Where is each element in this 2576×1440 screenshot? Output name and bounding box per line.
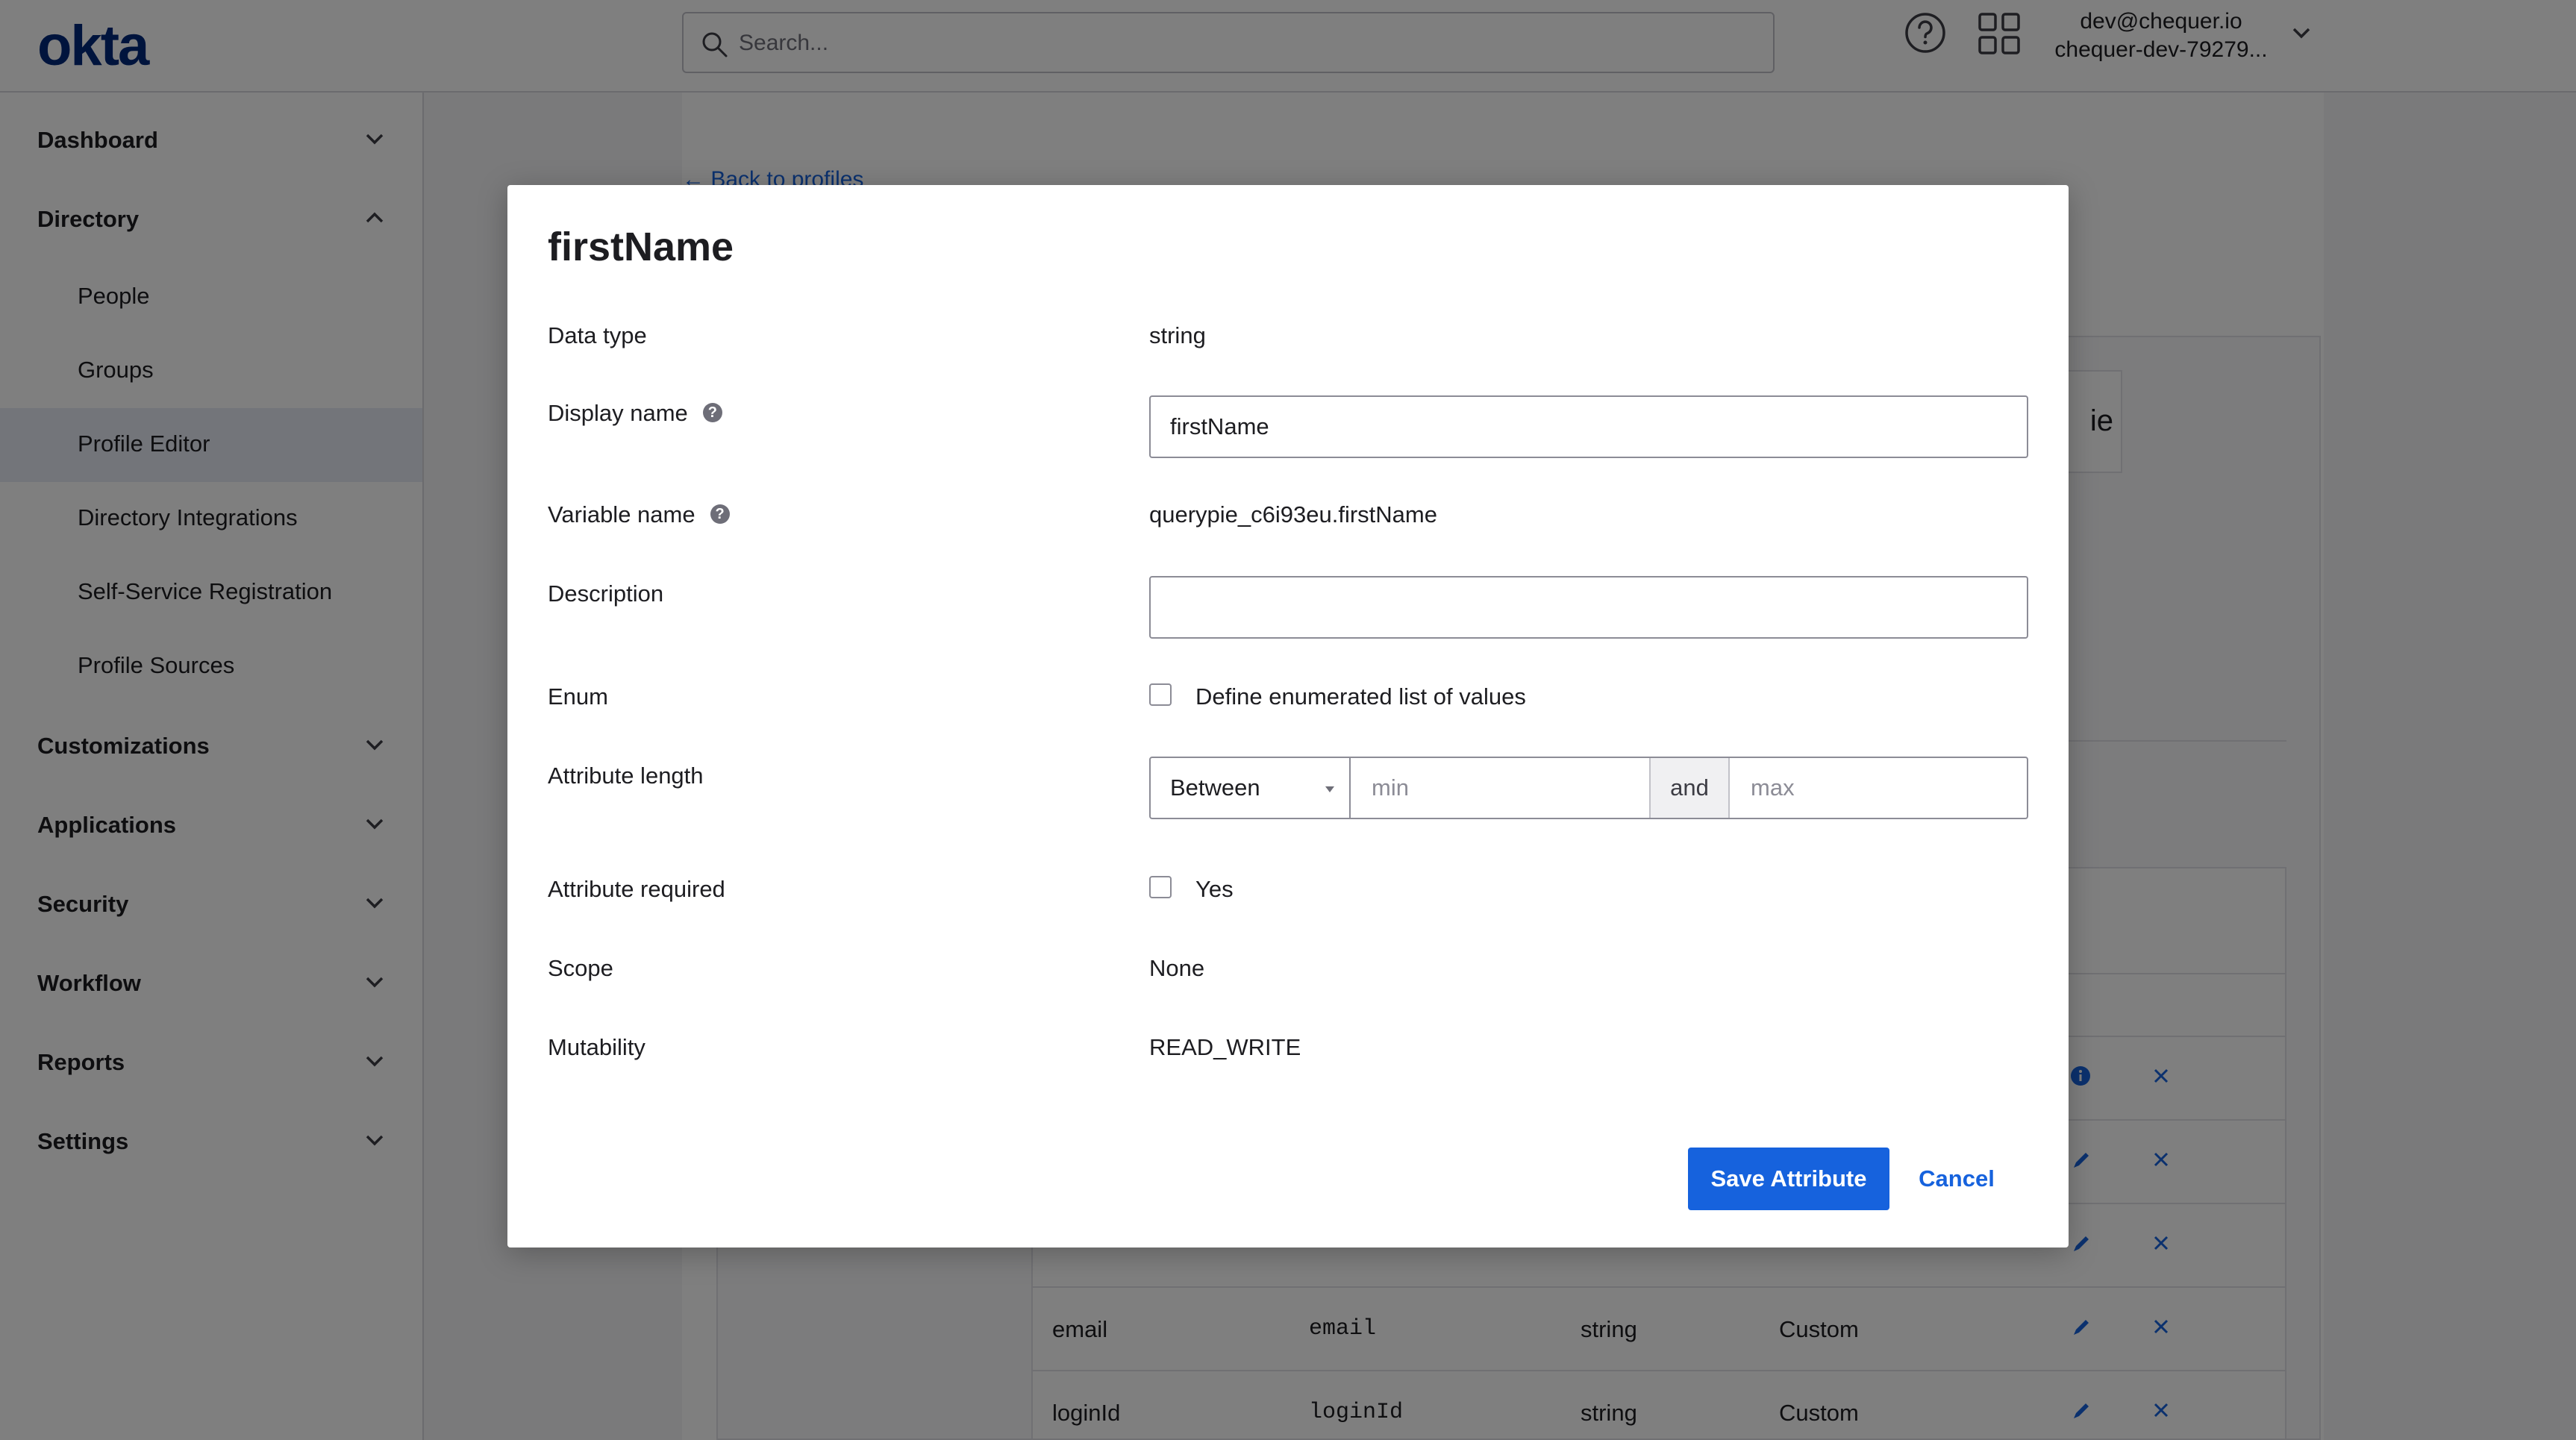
display-name-label-row: Display name? [548, 400, 722, 427]
length-min-input[interactable] [1351, 758, 1649, 818]
attribute-length-group: Between and [1149, 757, 2028, 819]
edit-attribute-modal: firstName Data type string Display name?… [507, 185, 2069, 1248]
enum-label: Enum [548, 683, 608, 710]
caret-down-icon [1325, 786, 1334, 792]
length-operator-select[interactable]: Between [1151, 758, 1351, 818]
display-name-label: Display name [548, 400, 688, 426]
variable-name-value: querypie_c6i93eu.firstName [1149, 501, 1437, 528]
modal-title: firstName [548, 225, 734, 269]
display-name-input[interactable] [1149, 395, 2028, 458]
scope-label: Scope [548, 955, 613, 981]
data-type-label: Data type [548, 322, 647, 348]
enum-checkbox-label[interactable]: Define enumerated list of values [1195, 683, 1526, 710]
save-attribute-button[interactable]: Save Attribute [1688, 1148, 1889, 1210]
length-operator-value: Between [1170, 774, 1260, 801]
length-and-label: and [1649, 758, 1730, 818]
variable-name-label: Variable name [548, 501, 695, 528]
required-checkbox-label[interactable]: Yes [1195, 876, 1234, 903]
cancel-button[interactable]: Cancel [1912, 1148, 2001, 1210]
required-checkbox[interactable] [1149, 876, 1172, 898]
variable-name-label-row: Variable name? [548, 501, 730, 528]
mutability-value: READ_WRITE [1149, 1034, 1301, 1060]
description-label: Description [548, 580, 664, 607]
mutability-label: Mutability [548, 1034, 645, 1060]
data-type-value: string [1149, 322, 1206, 348]
help-icon[interactable]: ? [710, 504, 730, 524]
description-input[interactable] [1149, 576, 2028, 639]
length-max-input[interactable] [1730, 758, 2027, 818]
help-icon[interactable]: ? [702, 402, 722, 422]
attribute-length-label: Attribute length [548, 763, 704, 789]
attribute-required-label: Attribute required [548, 876, 725, 902]
scope-value: None [1149, 955, 1205, 981]
enum-checkbox[interactable] [1149, 683, 1172, 706]
